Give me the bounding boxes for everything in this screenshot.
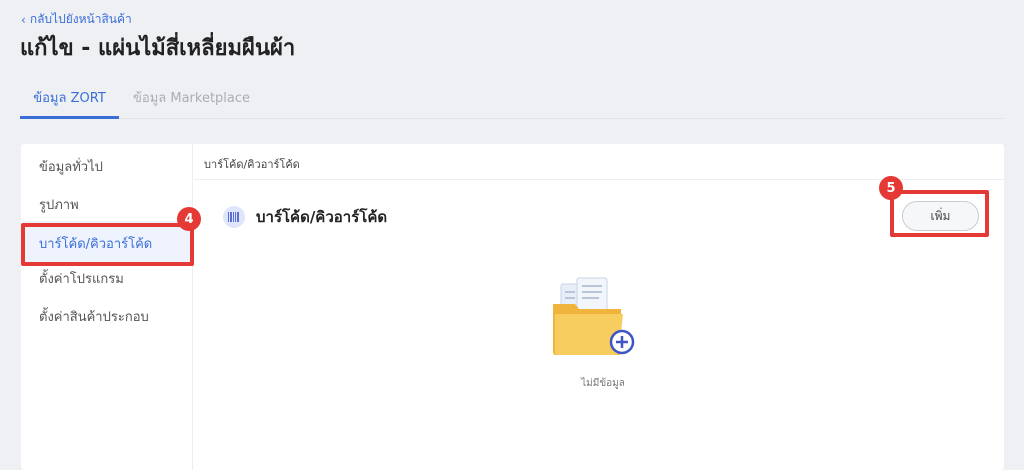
- page-title: แก้ไข - แผ่นไม้สี่เหลี่ยมผืนผ้า: [20, 36, 296, 61]
- back-to-products-link[interactable]: ‹ กลับไปยังหน้าสินค้า: [21, 10, 132, 29]
- empty-folder-icon: [549, 276, 639, 365]
- breadcrumb: บาร์โค้ด/คิวอาร์โค้ด: [204, 158, 300, 171]
- barcode-icon: [223, 206, 245, 228]
- content-card: ข้อมูลทั่วไป รูปภาพ บาร์โค้ด/คิวอาร์โค้ด…: [21, 144, 1004, 470]
- sidebar-item-program-settings[interactable]: ตั้งค่าโปรแกรม: [39, 268, 124, 289]
- sidebar-item-general[interactable]: ข้อมูลทั่วไป: [39, 156, 103, 177]
- tab-zort-info[interactable]: ข้อมูล ZORT: [20, 84, 119, 119]
- section-title: บาร์โค้ด/คิวอาร์โค้ด: [256, 208, 388, 226]
- chevron-left-icon: ‹: [21, 12, 26, 27]
- annotation-box-add: [890, 190, 989, 237]
- annotation-badge-5: 5: [879, 176, 903, 200]
- back-link-label: กลับไปยังหน้าสินค้า: [29, 12, 132, 26]
- empty-state-text: ไม่มีข้อมูล: [581, 378, 625, 389]
- tab-marketplace-info[interactable]: ข้อมูล Marketplace: [133, 84, 250, 119]
- annotation-badge-4: 4: [177, 207, 201, 231]
- sidebar-item-images[interactable]: รูปภาพ: [39, 194, 79, 215]
- tab-bar: ข้อมูล ZORT ข้อมูล Marketplace: [20, 84, 1004, 119]
- sidebar-item-bundle-settings[interactable]: ตั้งค่าสินค้าประกอบ: [39, 306, 149, 327]
- section-sidebar: ข้อมูลทั่วไป รูปภาพ บาร์โค้ด/คิวอาร์โค้ด…: [21, 144, 193, 470]
- annotation-box-barcode: [21, 223, 194, 266]
